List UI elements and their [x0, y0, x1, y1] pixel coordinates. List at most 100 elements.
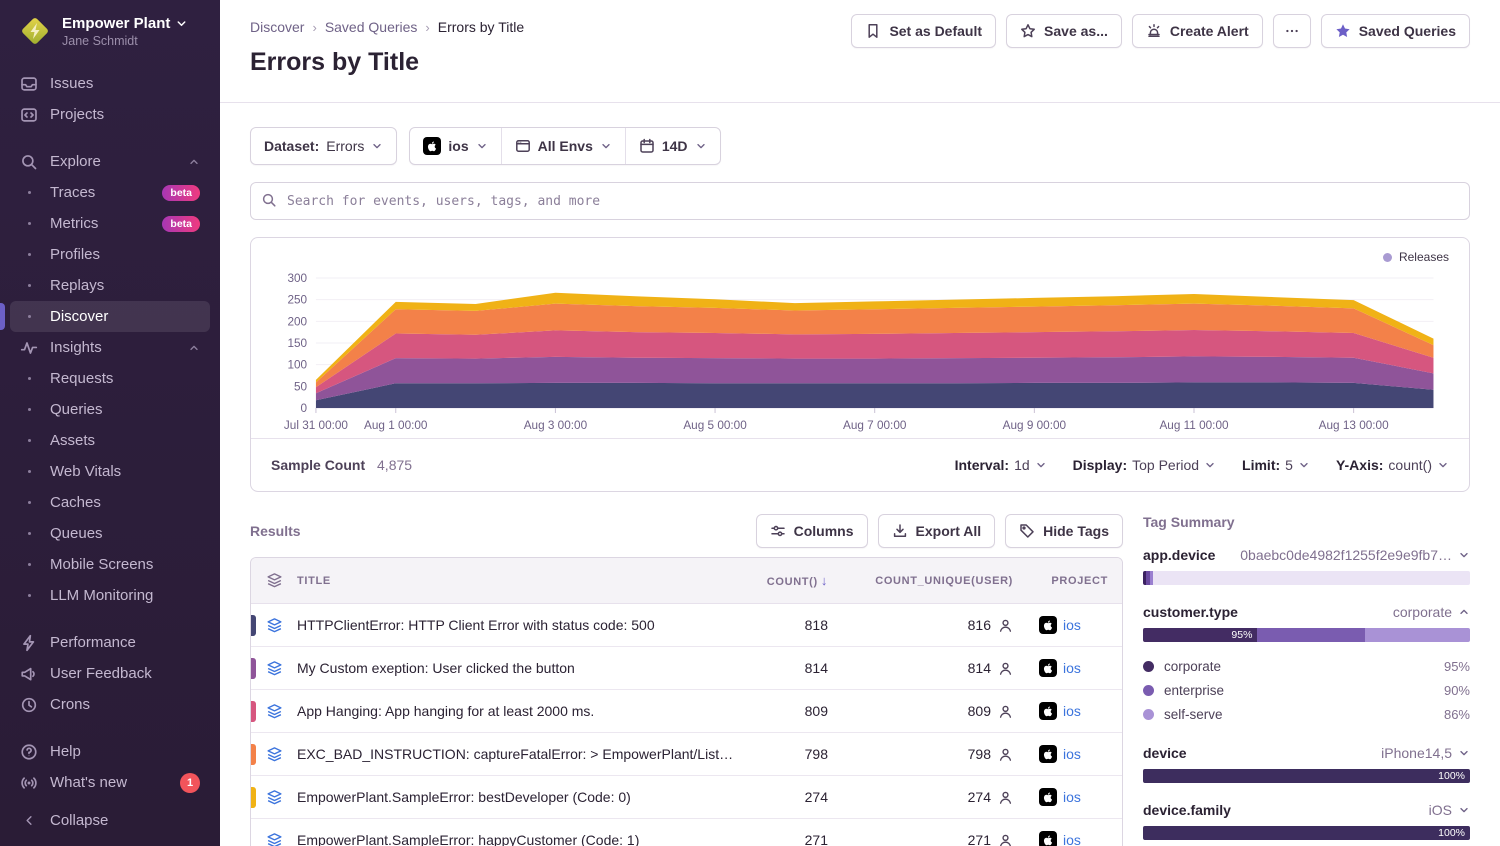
tag-value: iOS — [1429, 802, 1452, 818]
legend-percent: 86% — [1444, 707, 1470, 722]
sidebar-item-requests[interactable]: Requests — [10, 363, 210, 394]
filter-ios[interactable]: ios — [410, 128, 500, 164]
tag-value-select[interactable]: iOS — [1429, 802, 1470, 818]
person-icon[interactable] — [998, 747, 1013, 762]
error-title[interactable]: HTTPClientError: HTTP Client Error with … — [297, 617, 737, 633]
dataset-value: Errors — [326, 138, 364, 154]
more-options-button[interactable] — [1273, 14, 1311, 48]
stack-icon[interactable] — [266, 746, 283, 763]
svg-text:Jul 31 00:00: Jul 31 00:00 — [284, 418, 348, 432]
error-title[interactable]: EXC_BAD_INSTRUCTION: captureFatalError: … — [297, 746, 737, 762]
help-icon — [20, 743, 38, 761]
sidebar-item-insights[interactable]: Insights — [10, 332, 210, 363]
sidebar-item-web-vitals[interactable]: Web Vitals — [10, 456, 210, 487]
sidebar: Empower Plant Jane Schmidt IssuesProject… — [0, 0, 220, 846]
stack-icon[interactable] — [266, 832, 283, 846]
main-content: Discover›Saved Queries›Errors by Title E… — [220, 0, 1500, 846]
sidebar-item-assets[interactable]: Assets — [10, 425, 210, 456]
tag-value-select[interactable]: iPhone14,5 — [1381, 745, 1470, 761]
control-interval[interactable]: Interval: 1d — [955, 457, 1047, 473]
star-icon — [1020, 23, 1036, 39]
bullet-icon — [20, 253, 38, 256]
error-title[interactable]: EmpowerPlant.SampleError: bestDeveloper … — [297, 789, 737, 805]
sidebar-item-queues[interactable]: Queues — [10, 518, 210, 549]
error-title[interactable]: EmpowerPlant.SampleError: happyCustomer … — [297, 832, 737, 846]
tag-name: device.family — [1143, 802, 1231, 818]
sidebar-item-replays[interactable]: Replays — [10, 270, 210, 301]
project-link[interactable]: ios — [1063, 617, 1081, 633]
sidebar-item-profiles[interactable]: Profiles — [10, 239, 210, 270]
insights-icon — [20, 339, 38, 357]
breadcrumb-saved-queries[interactable]: Saved Queries — [325, 19, 418, 35]
org-switcher[interactable]: Empower Plant Jane Schmidt — [0, 0, 220, 58]
chevron-down-icon — [1458, 549, 1470, 561]
sidebar-item-user-feedback[interactable]: User Feedback — [10, 658, 210, 689]
saved-queries-button[interactable]: Saved Queries — [1321, 14, 1470, 48]
project-link[interactable]: ios — [1063, 832, 1081, 846]
tag-value-select[interactable]: corporate — [1393, 604, 1470, 620]
sidebar-item-crons[interactable]: Crons — [10, 689, 210, 720]
sidebar-item-mobile-screens[interactable]: Mobile Screens — [10, 549, 210, 580]
beta-badge: beta — [162, 185, 200, 201]
control-limit[interactable]: Limit: 5 — [1242, 457, 1310, 473]
search-icon — [261, 192, 277, 208]
stack-icon[interactable] — [266, 703, 283, 720]
sidebar-item-projects[interactable]: Projects — [10, 99, 210, 130]
columns-button[interactable]: Columns — [756, 514, 868, 548]
tag-value-select[interactable]: 0baebc0de4982f1255f2e9e9fb7… — [1240, 547, 1470, 563]
create-alert-button[interactable]: Create Alert — [1132, 14, 1263, 48]
search-input[interactable] — [250, 182, 1470, 220]
project-link[interactable]: ios — [1063, 703, 1081, 719]
column-project[interactable]: PROJECT — [1027, 575, 1122, 587]
breadcrumb-discover[interactable]: Discover — [250, 19, 304, 35]
table-row[interactable]: HTTPClientError: HTTP Client Error with … — [251, 604, 1122, 647]
sidebar-item-metrics[interactable]: Metricsbeta — [10, 208, 210, 239]
stack-icon[interactable] — [266, 617, 283, 634]
hide-tags-button[interactable]: Hide Tags — [1005, 514, 1123, 548]
filter-all-envs[interactable]: All Envs — [501, 128, 625, 164]
releases-legend[interactable]: Releases — [1383, 250, 1449, 264]
column-count-unique[interactable]: COUNT_UNIQUE(USER) — [842, 575, 1027, 587]
sidebar-item-traces[interactable]: Tracesbeta — [10, 177, 210, 208]
sidebar-item-discover[interactable]: Discover — [10, 301, 210, 332]
sidebar-item-help[interactable]: Help — [10, 736, 210, 767]
error-title[interactable]: My Custom exeption: User clicked the but… — [297, 660, 737, 676]
person-icon[interactable] — [998, 833, 1013, 846]
stack-icon[interactable] — [266, 660, 283, 677]
project-link[interactable]: ios — [1063, 789, 1081, 805]
sidebar-collapse-button[interactable]: Collapse — [10, 805, 210, 836]
person-icon[interactable] — [998, 661, 1013, 676]
save-as--button[interactable]: Save as... — [1006, 14, 1122, 48]
sidebar-item-queries[interactable]: Queries — [10, 394, 210, 425]
sidebar-item-explore[interactable]: Explore — [10, 146, 210, 177]
control-yaxis[interactable]: Y-Axis: count() — [1336, 457, 1449, 473]
column-count[interactable]: COUNT()↓ — [737, 573, 842, 588]
export-all-button[interactable]: Export All — [878, 514, 996, 548]
sidebar-item-issues[interactable]: Issues — [10, 68, 210, 99]
project-link[interactable]: ios — [1063, 746, 1081, 762]
column-title[interactable]: TITLE — [297, 575, 737, 587]
table-row[interactable]: EXC_BAD_INSTRUCTION: captureFatalError: … — [251, 733, 1122, 776]
control-value: 5 — [1285, 457, 1293, 473]
stack-icon[interactable] — [266, 789, 283, 806]
project-link[interactable]: ios — [1063, 660, 1081, 676]
person-icon[interactable] — [998, 704, 1013, 719]
person-icon[interactable] — [998, 618, 1013, 633]
error-title[interactable]: App Hanging: App hanging for at least 20… — [297, 703, 737, 719]
table-row[interactable]: App Hanging: App hanging for at least 20… — [251, 690, 1122, 733]
sidebar-item-llm-monitoring[interactable]: LLM Monitoring — [10, 580, 210, 611]
sidebar-item-what-s-new[interactable]: What's new1 — [10, 767, 210, 798]
svg-text:100: 100 — [287, 358, 307, 372]
table-row[interactable]: EmpowerPlant.SampleError: bestDeveloper … — [251, 776, 1122, 819]
set-as-default-button[interactable]: Set as Default — [851, 14, 996, 48]
results-heading: Results — [250, 523, 301, 539]
sidebar-item-caches[interactable]: Caches — [10, 487, 210, 518]
control-display[interactable]: Display: Top Period — [1073, 457, 1216, 473]
sidebar-item-label: User Feedback — [50, 665, 200, 682]
sidebar-item-performance[interactable]: Performance — [10, 627, 210, 658]
dataset-select[interactable]: Dataset: Errors — [251, 128, 396, 164]
person-icon[interactable] — [998, 790, 1013, 805]
table-row[interactable]: EmpowerPlant.SampleError: happyCustomer … — [251, 819, 1122, 846]
filter-14d[interactable]: 14D — [625, 128, 720, 164]
table-row[interactable]: My Custom exeption: User clicked the but… — [251, 647, 1122, 690]
